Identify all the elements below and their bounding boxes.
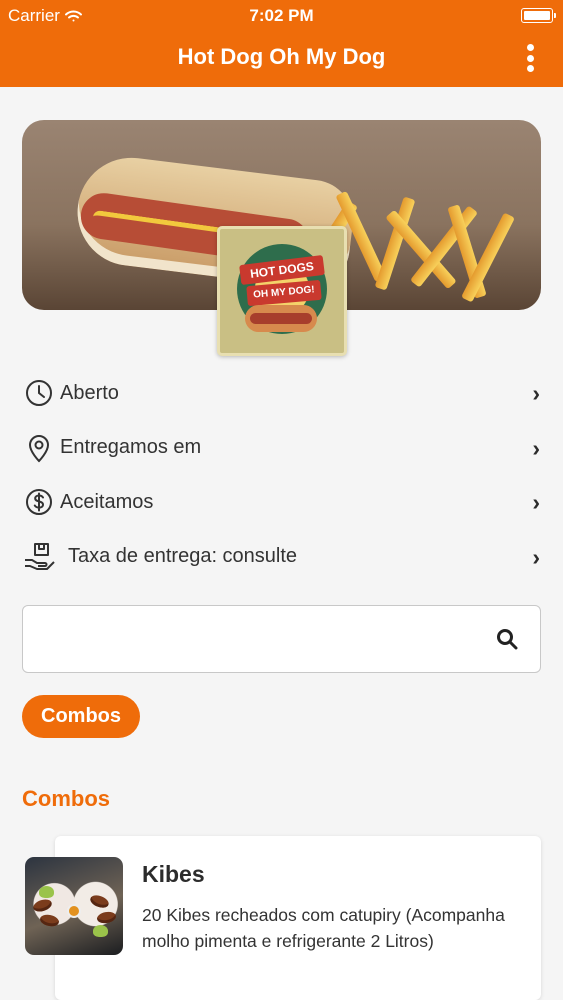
category-chip-combos[interactable]: Combos: [22, 695, 140, 738]
restaurant-info-list: Aberto › Entregamos em › Aceitamos › Tax…: [22, 366, 543, 584]
search-input[interactable]: [23, 606, 483, 670]
product-name: Kibes: [142, 861, 205, 887]
info-row-payment-methods[interactable]: Aceitamos ›: [22, 475, 543, 530]
chevron-right-icon[interactable]: ›: [532, 491, 540, 514]
page-title: Hot Dog Oh My Dog: [177, 44, 386, 69]
search-icon[interactable]: [495, 627, 519, 651]
status-time: 7:02 PM: [249, 6, 314, 25]
delivery-hand-icon: [22, 540, 56, 574]
info-label-open: Aberto: [60, 381, 119, 404]
chevron-right-icon[interactable]: ›: [532, 545, 540, 569]
info-label-delivery-area: Entregamos em: [60, 436, 202, 459]
chevron-right-icon[interactable]: ›: [532, 382, 540, 405]
map-pin-icon: [22, 431, 56, 465]
info-row-delivery-area[interactable]: Entregamos em ›: [22, 421, 543, 476]
status-bar: Carrier 7:02 PM: [0, 0, 563, 30]
info-row-delivery-fee[interactable]: Taxa de entrega: consulte ›: [22, 530, 543, 585]
menu-search-box[interactable]: [22, 605, 541, 673]
chevron-right-icon[interactable]: ›: [532, 436, 540, 460]
restaurant-logo: HOT DOGS OH MY DOG!: [217, 226, 347, 356]
battery-icon: [521, 8, 556, 23]
product-image-kibes[interactable]: [25, 857, 123, 955]
section-title-combos: Combos: [22, 786, 110, 811]
info-row-open[interactable]: Aberto ›: [22, 366, 543, 421]
dollar-circle-icon: [22, 485, 56, 519]
product-description: 20 Kibes recheados com catupiry (Acompan…: [142, 905, 505, 951]
info-label-delivery-fee: Taxa de entrega: consulte: [68, 545, 298, 568]
info-label-payment-methods: Aceitamos: [60, 490, 154, 513]
hot-dog-icon: [245, 305, 317, 332]
more-vertical-icon[interactable]: [520, 44, 540, 72]
clock-icon: [22, 376, 56, 410]
app-header: Carrier 7:02 PM Hot Dog Oh My Dog: [0, 0, 563, 87]
